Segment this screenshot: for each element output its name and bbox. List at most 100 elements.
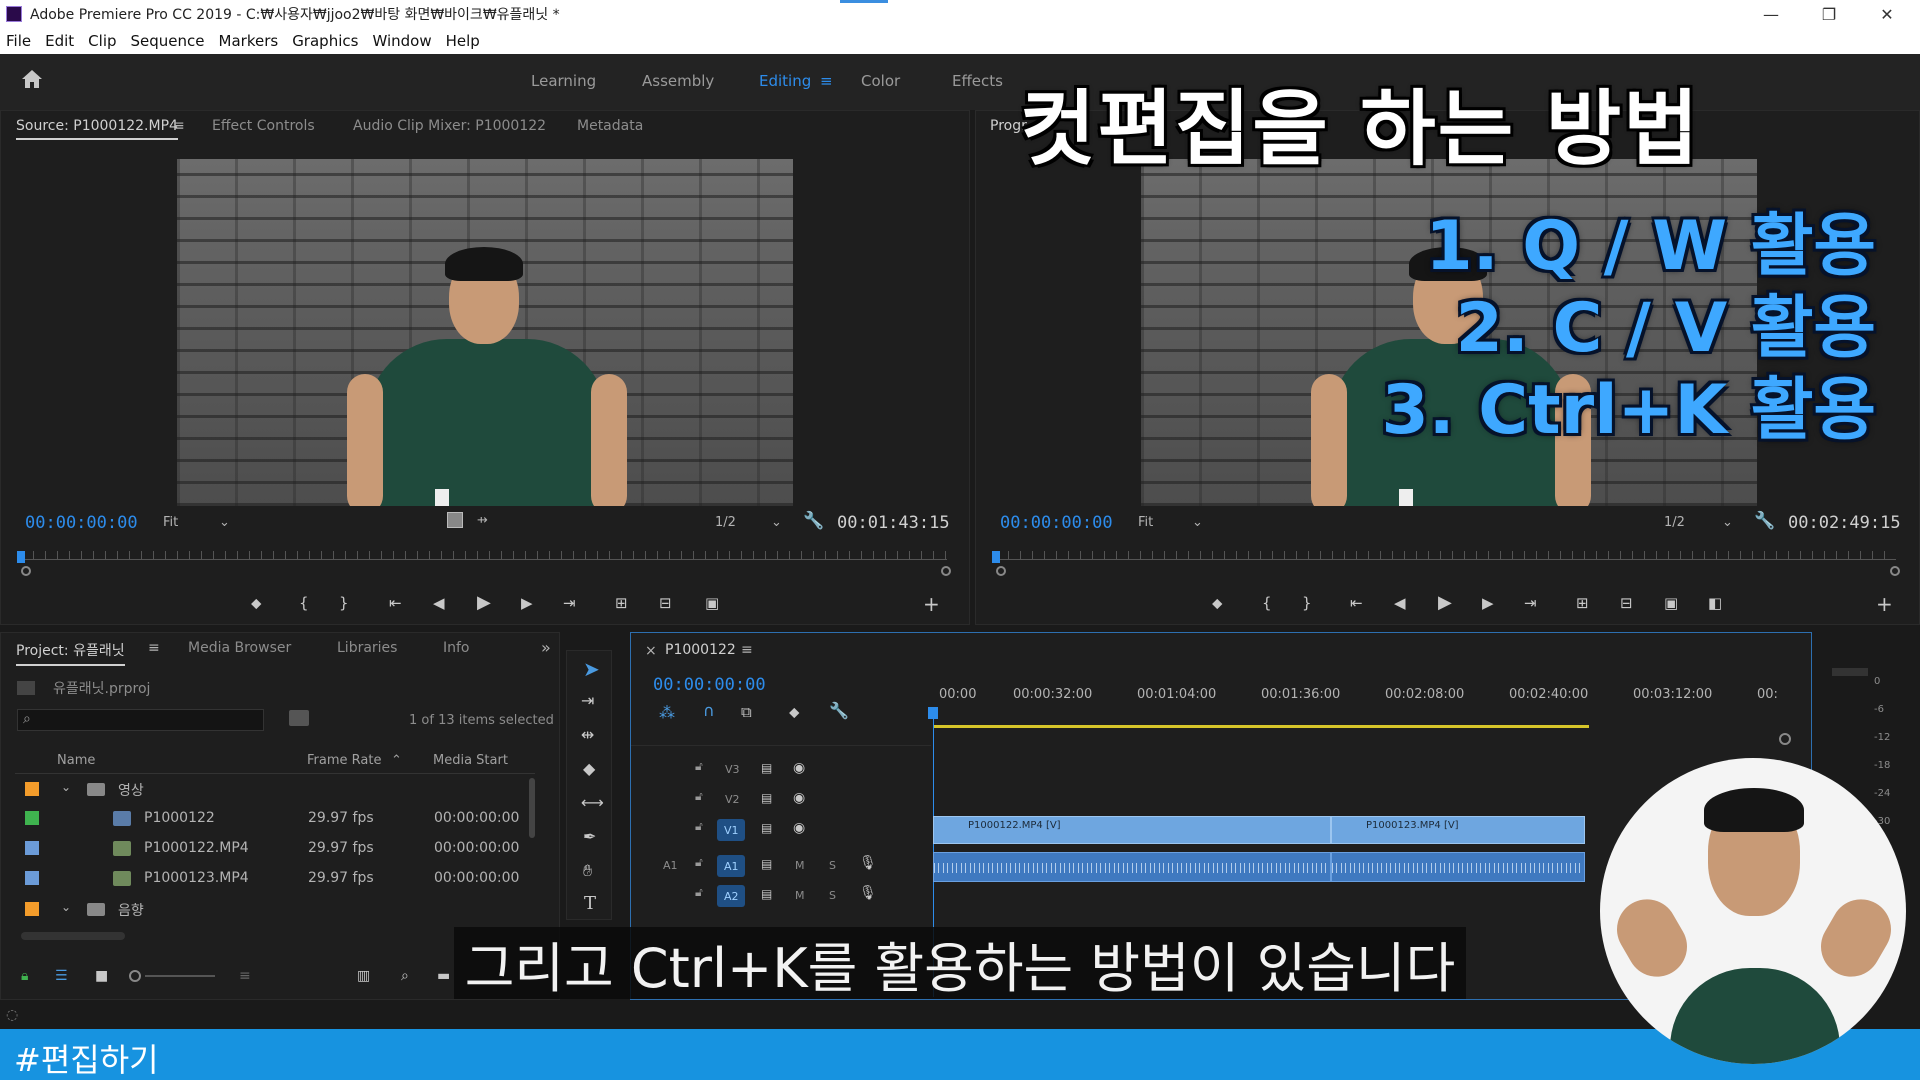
nest-toggle-icon[interactable]: ⁂	[659, 703, 675, 722]
solo-button[interactable]: S	[829, 889, 836, 902]
track-a1-source-patch[interactable]: A1	[663, 859, 678, 872]
overwrite-clip-icon[interactable]: ⊟	[659, 594, 672, 612]
microphone-icon[interactable]: 🎙︎	[859, 855, 877, 871]
program-fit-chevron-icon[interactable]: ⌄	[1192, 515, 1203, 530]
linked-selection-icon[interactable]: ⧉	[741, 703, 752, 721]
workspace-effects[interactable]: Effects	[952, 72, 1003, 90]
go-to-out-icon[interactable]: ⇥	[563, 594, 576, 612]
tab-media-browser[interactable]: Media Browser	[188, 640, 291, 656]
sort-ascending-icon[interactable]: ⌃	[391, 753, 402, 768]
solo-button[interactable]: S	[829, 859, 836, 872]
timeline-settings-wrench-icon[interactable]: 🔧	[829, 701, 849, 720]
insert-icon[interactable]	[447, 512, 463, 528]
menu-clip[interactable]: Clip	[88, 32, 116, 50]
mute-button[interactable]: M	[795, 859, 805, 872]
project-h-scrollbar[interactable]	[21, 932, 125, 940]
source-panel-menu-icon[interactable]: ≡	[173, 118, 185, 134]
tab-info[interactable]: Info	[443, 640, 470, 656]
work-area-bar[interactable]	[933, 725, 1589, 728]
drag-video-icon[interactable]: ⇸	[477, 513, 488, 528]
timeline-timecode[interactable]: 00:00:00:00	[653, 675, 766, 695]
source-scrubber-track[interactable]	[21, 559, 947, 560]
microphone-icon[interactable]: 🎙︎	[859, 885, 877, 901]
workspace-learning[interactable]: Learning	[531, 72, 596, 90]
mark-in-icon[interactable]: {	[299, 594, 309, 612]
lift-icon[interactable]: ⊞	[1576, 594, 1589, 612]
new-bin-icon[interactable]: ▬	[437, 968, 450, 984]
label-color-chip[interactable]	[25, 811, 39, 825]
close-sequence-icon[interactable]: ×	[645, 643, 657, 659]
time-ruler[interactable]: 00:00 00:00:32:00 00:01:04:00 00:01:36:0…	[929, 679, 1809, 711]
source-zoom-left-handle[interactable]	[21, 566, 31, 576]
play-icon[interactable]: ▶	[1438, 592, 1452, 613]
label-color-chip[interactable]	[25, 871, 39, 885]
label-color-chip[interactable]	[25, 902, 39, 916]
source-playhead[interactable]	[17, 551, 25, 563]
sync-lock-icon[interactable]: ▤	[761, 761, 772, 775]
project-scrollbar[interactable]	[529, 778, 535, 838]
automate-to-sequence-icon[interactable]: ▥	[357, 968, 370, 984]
menu-file[interactable]: File	[6, 32, 31, 50]
menu-edit[interactable]: Edit	[45, 32, 74, 50]
source-resolution-chevron-icon[interactable]: ⌄	[771, 515, 782, 530]
video-clip[interactable]: P1000122.MP4 [V]	[933, 816, 1331, 844]
column-media-start-header[interactable]: Media Start	[433, 753, 508, 768]
column-name-header[interactable]: Name	[57, 753, 95, 768]
icon-view-icon[interactable]: ■	[95, 968, 108, 984]
program-playhead[interactable]	[992, 551, 1000, 563]
audio-clip[interactable]	[933, 852, 1331, 882]
eye-icon[interactable]: ◉	[793, 790, 805, 806]
sync-lock-icon[interactable]: ▤	[761, 791, 772, 805]
program-fit-dropdown[interactable]: Fit	[1138, 515, 1153, 530]
new-search-bin-icon[interactable]	[289, 710, 309, 726]
tab-source[interactable]: Source: P1000122.MP4	[16, 118, 178, 140]
maximize-button[interactable]: ❐	[1806, 0, 1852, 28]
comparison-view-icon[interactable]: ◧	[1708, 594, 1722, 612]
sync-lock-icon[interactable]: ▤	[761, 821, 772, 835]
tab-audio-clip-mixer[interactable]: Audio Clip Mixer: P1000122	[353, 118, 546, 134]
source-zoom-right-handle[interactable]	[941, 566, 951, 576]
source-fit-chevron-icon[interactable]: ⌄	[219, 515, 230, 530]
label-color-chip[interactable]	[25, 782, 39, 796]
export-frame-icon[interactable]: ▣	[1664, 594, 1678, 612]
tab-libraries[interactable]: Libraries	[337, 640, 397, 656]
close-button[interactable]: ✕	[1864, 0, 1910, 28]
step-back-icon[interactable]: ◀	[433, 594, 445, 612]
extract-icon[interactable]: ⊟	[1620, 594, 1633, 612]
expand-chevron-icon[interactable]: ⌄	[61, 780, 71, 794]
project-panel-menu-icon[interactable]: ≡	[148, 640, 160, 656]
tab-metadata[interactable]: Metadata	[577, 118, 643, 134]
source-fit-dropdown[interactable]: Fit	[163, 515, 178, 530]
menu-markers[interactable]: Markers	[219, 32, 279, 50]
type-tool-icon[interactable]: T	[584, 893, 596, 914]
eye-icon[interactable]: ◉	[793, 820, 805, 836]
track-lock-icon[interactable]: 🔓︎	[695, 789, 703, 804]
program-add-button-icon[interactable]: +	[1876, 592, 1893, 616]
column-frame-rate-header[interactable]: Frame Rate	[307, 753, 381, 768]
selection-tool-icon[interactable]: ➤	[583, 657, 600, 681]
track-lock-icon[interactable]: 🔓︎	[695, 855, 703, 870]
program-zoom-left-handle[interactable]	[996, 566, 1006, 576]
audio-clip[interactable]	[1331, 852, 1585, 882]
pen-tool-icon[interactable]: ✒	[583, 827, 596, 846]
track-v2-label[interactable]: V2	[725, 793, 740, 806]
zoom-slider-handle[interactable]	[129, 970, 141, 982]
sync-lock-icon[interactable]: ▤	[761, 887, 772, 901]
mark-in-icon[interactable]: {	[1262, 594, 1272, 612]
video-clip[interactable]: P1000123.MP4 [V]	[1331, 816, 1585, 844]
ripple-edit-tool-icon[interactable]: ⇹	[581, 725, 594, 744]
add-marker-icon[interactable]: ⬥	[789, 703, 800, 721]
label-color-chip[interactable]	[25, 841, 39, 855]
play-icon[interactable]: ▶	[477, 592, 491, 613]
snap-magnet-icon[interactable]: ∩	[703, 701, 715, 720]
step-forward-icon[interactable]: ▶	[521, 594, 533, 612]
source-add-button-icon[interactable]: +	[923, 592, 940, 616]
razor-tool-icon[interactable]: ◆	[583, 759, 595, 778]
track-lock-icon[interactable]: 🔓︎	[695, 885, 703, 900]
go-to-in-icon[interactable]: ⇤	[389, 594, 402, 612]
track-a1-label[interactable]: A1	[724, 860, 739, 873]
source-timecode[interactable]: 00:00:00:00	[25, 513, 138, 533]
timeline-zoom-handle[interactable]	[1779, 733, 1791, 745]
menu-help[interactable]: Help	[446, 32, 480, 50]
home-icon[interactable]	[20, 68, 44, 90]
